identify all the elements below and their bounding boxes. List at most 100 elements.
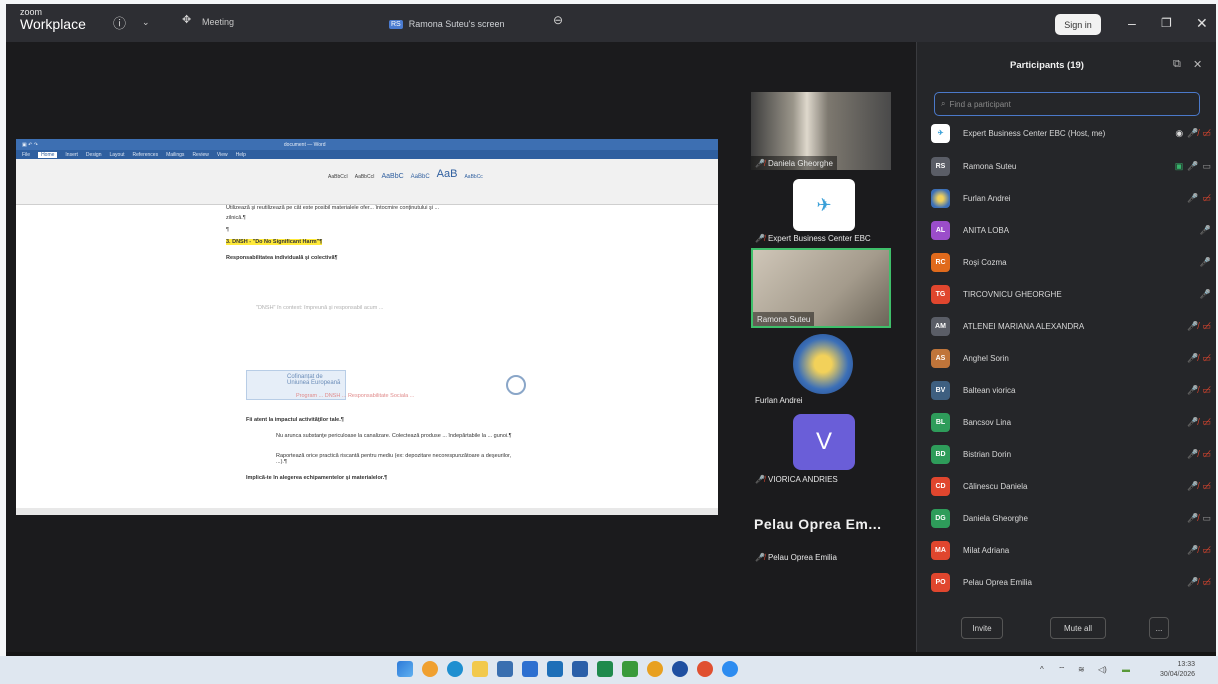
meeting-label[interactable]: Meeting xyxy=(202,17,234,27)
video-off-icon[interactable]: ▭̸ xyxy=(1202,385,1211,396)
video-icon[interactable]: ▭ xyxy=(1202,161,1211,172)
store-icon[interactable] xyxy=(497,661,513,677)
excel-icon[interactable] xyxy=(597,661,613,677)
zoom-taskbar-icon[interactable] xyxy=(722,661,738,677)
video-off-icon[interactable]: ▭̸ xyxy=(1202,417,1211,428)
mic-off-icon[interactable]: 🎤̸ xyxy=(1187,481,1198,492)
mic-icon[interactable]: 🎤 xyxy=(1187,161,1198,172)
mic-off-icon[interactable]: 🎤̸ xyxy=(1187,385,1198,396)
mic-off-icon[interactable]: 🎤̸ xyxy=(1187,449,1198,460)
video-icon[interactable]: ▭ xyxy=(1202,513,1211,524)
participant-row[interactable]: DG Daniela Gheorghe 🎤̸ ▭ xyxy=(931,503,1211,533)
avatar: CD xyxy=(931,476,950,496)
battery-icon[interactable]: ▬ xyxy=(1122,665,1130,674)
mic-off-icon[interactable]: 🎤̸ xyxy=(1187,353,1198,364)
invite-button[interactable]: Invite xyxy=(961,617,1003,639)
video-tile[interactable]: 🎤̸ Daniela Gheorghe xyxy=(751,92,891,170)
app-icon[interactable] xyxy=(522,661,538,677)
participant-search-input[interactable]: ⌕ Find a participant xyxy=(934,92,1200,116)
sharing-icon: ▣ xyxy=(1174,160,1184,171)
participant-row[interactable]: AS Anghel Sorin 🎤̸ ▭̸ xyxy=(931,343,1211,373)
start-icon[interactable] xyxy=(397,661,413,677)
participant-name: Ramona Suteu xyxy=(963,161,1017,171)
doc-bullet: Fii atent la impactul activităţilor tale… xyxy=(246,417,344,423)
participant-row[interactable]: ✈ Expert Business Center EBC (Host, me) … xyxy=(931,118,1211,148)
participant-row[interactable]: BD Bistrian Dorin 🎤̸ ▭̸ xyxy=(931,439,1211,469)
avatar: AS xyxy=(931,348,950,368)
participant-row[interactable]: RC Roşi Cozma 🎤 xyxy=(931,247,1211,277)
view-options-icon[interactable]: ⊖ xyxy=(553,13,563,27)
minimize-icon[interactable]: – xyxy=(1128,15,1136,31)
video-off-icon[interactable]: ▭̸ xyxy=(1202,449,1211,460)
meeting-icon: ✥ xyxy=(182,14,192,26)
mic-icon[interactable]: 🎤 xyxy=(1187,193,1198,204)
participant-row[interactable]: AM ATLENEI MARIANA ALEXANDRA 🎤̸ ▭̸ xyxy=(931,311,1211,341)
app-icon[interactable] xyxy=(547,661,563,677)
sign-in-button[interactable]: Sign in xyxy=(1055,14,1101,35)
participant-name: Călinescu Daniela xyxy=(963,481,1028,491)
avatar: AM xyxy=(931,316,950,336)
mic-off-icon[interactable]: 🎤̸ xyxy=(1187,128,1198,139)
title-bar: zoom Workplace ⓘ ⌄ ✥ Meeting RS Ramona S… xyxy=(6,4,1216,42)
mic-icon[interactable]: 🎤 xyxy=(1200,225,1211,236)
close-panel-icon[interactable]: ✕ xyxy=(1193,58,1202,71)
doc-subheading: Responsabilitatea individuală şi colecti… xyxy=(226,255,338,261)
mute-all-button[interactable]: Mute all xyxy=(1050,617,1106,639)
avatar: V xyxy=(793,414,855,470)
video-off-icon[interactable]: ▭̸ xyxy=(1202,577,1211,588)
video-tile[interactable]: Furlan Andrei xyxy=(751,332,891,407)
video-off-icon[interactable]: ▭̸ xyxy=(1202,353,1211,364)
chrome-icon[interactable] xyxy=(647,661,663,677)
participant-row[interactable]: AL ANITA LOBA 🎤 xyxy=(931,215,1211,245)
doc-line: Utilizează şi reutilizează pe cât este p… xyxy=(226,205,440,211)
widgets-icon[interactable] xyxy=(422,661,438,677)
video-off-icon[interactable]: ▭̸ xyxy=(1202,545,1211,556)
clock-time: 13:33 xyxy=(1177,661,1196,668)
volume-icon[interactable]: ◁) xyxy=(1098,665,1107,674)
participant-row[interactable]: RS Ramona Suteu ▣ 🎤 ▭ xyxy=(931,151,1211,181)
participant-row[interactable]: CD Călinescu Daniela 🎤̸ ▭̸ xyxy=(931,471,1211,501)
video-off-icon[interactable]: ▭̸ xyxy=(1202,481,1211,492)
mic-off-icon[interactable]: 🎤̸ xyxy=(1187,417,1198,428)
tile-name-label: 🎤̸ Expert Business Center EBC xyxy=(755,233,871,243)
system-clock[interactable]: 13:33 30/04/2026 xyxy=(1160,660,1195,680)
word-icon[interactable] xyxy=(572,661,588,677)
mic-off-icon[interactable]: 🎤̸ xyxy=(1187,545,1198,556)
video-tile[interactable]: ✈ 🎤̸ Expert Business Center EBC xyxy=(751,177,891,245)
pop-out-icon[interactable]: ⧉ xyxy=(1173,58,1181,71)
video-off-icon[interactable]: ▭̸ xyxy=(1202,193,1211,204)
mic-off-icon[interactable]: 🎤̸ xyxy=(1187,577,1198,588)
participant-name: Bistrian Dorin xyxy=(963,449,1012,459)
video-tile[interactable]: V 🎤̸ VIORICA ANDRIES xyxy=(751,414,891,486)
close-icon[interactable]: ✕ xyxy=(1196,15,1208,32)
app-icon[interactable] xyxy=(697,661,713,677)
search-placeholder: Find a participant xyxy=(949,99,1011,109)
participant-row[interactable]: Furlan Andrei 🎤 ▭̸ xyxy=(931,183,1211,213)
participant-row[interactable]: MA Milat Adriana 🎤̸ ▭̸ xyxy=(931,535,1211,565)
mic-icon[interactable]: 🎤 xyxy=(1200,289,1211,300)
participant-row[interactable]: PO Pelau Oprea Emilia 🎤̸ ▭̸ xyxy=(931,567,1211,597)
tray-chevron-icon[interactable]: ^ xyxy=(1040,665,1044,674)
app-icon[interactable] xyxy=(672,661,688,677)
restore-icon[interactable]: ❐ xyxy=(1161,16,1172,30)
mic-icon[interactable]: 🎤 xyxy=(1200,257,1211,268)
participant-row[interactable]: BV Baltean viorica 🎤̸ ▭̸ xyxy=(931,375,1211,405)
shared-screen[interactable]: ▣ ↶ ↷ document — Word File Home Insert Desig… xyxy=(16,139,718,515)
more-options-button[interactable]: ... xyxy=(1149,617,1169,639)
network-icon[interactable]: ⌔ xyxy=(1058,665,1066,675)
doc-subbullet: Nu arunca substanţe periculoase la canal… xyxy=(276,433,512,439)
video-tile-active-speaker[interactable]: Ramona Suteu xyxy=(751,248,891,328)
participant-row[interactable]: BL Bancsov Lina 🎤̸ ▭̸ xyxy=(931,407,1211,437)
file-explorer-icon[interactable] xyxy=(472,661,488,677)
video-off-icon[interactable]: ▭̸ xyxy=(1202,321,1211,332)
app-icon[interactable] xyxy=(622,661,638,677)
participant-row[interactable]: TG TIRCOVNICU GHEORGHE 🎤 xyxy=(931,279,1211,309)
mic-off-icon[interactable]: 🎤̸ xyxy=(1187,321,1198,332)
video-off-icon[interactable]: ▭̸ xyxy=(1202,128,1211,139)
info-icon[interactable]: ⓘ xyxy=(113,13,126,32)
edge-icon[interactable] xyxy=(447,661,463,677)
chevron-down-icon[interactable]: ⌄ xyxy=(142,17,150,28)
mic-off-icon[interactable]: 🎤̸ xyxy=(1187,513,1198,524)
video-tile[interactable]: Pelau Oprea Em... 🎤̸ Pelau Oprea Emilia xyxy=(751,512,891,572)
wifi-icon[interactable]: ≋ xyxy=(1078,665,1085,674)
